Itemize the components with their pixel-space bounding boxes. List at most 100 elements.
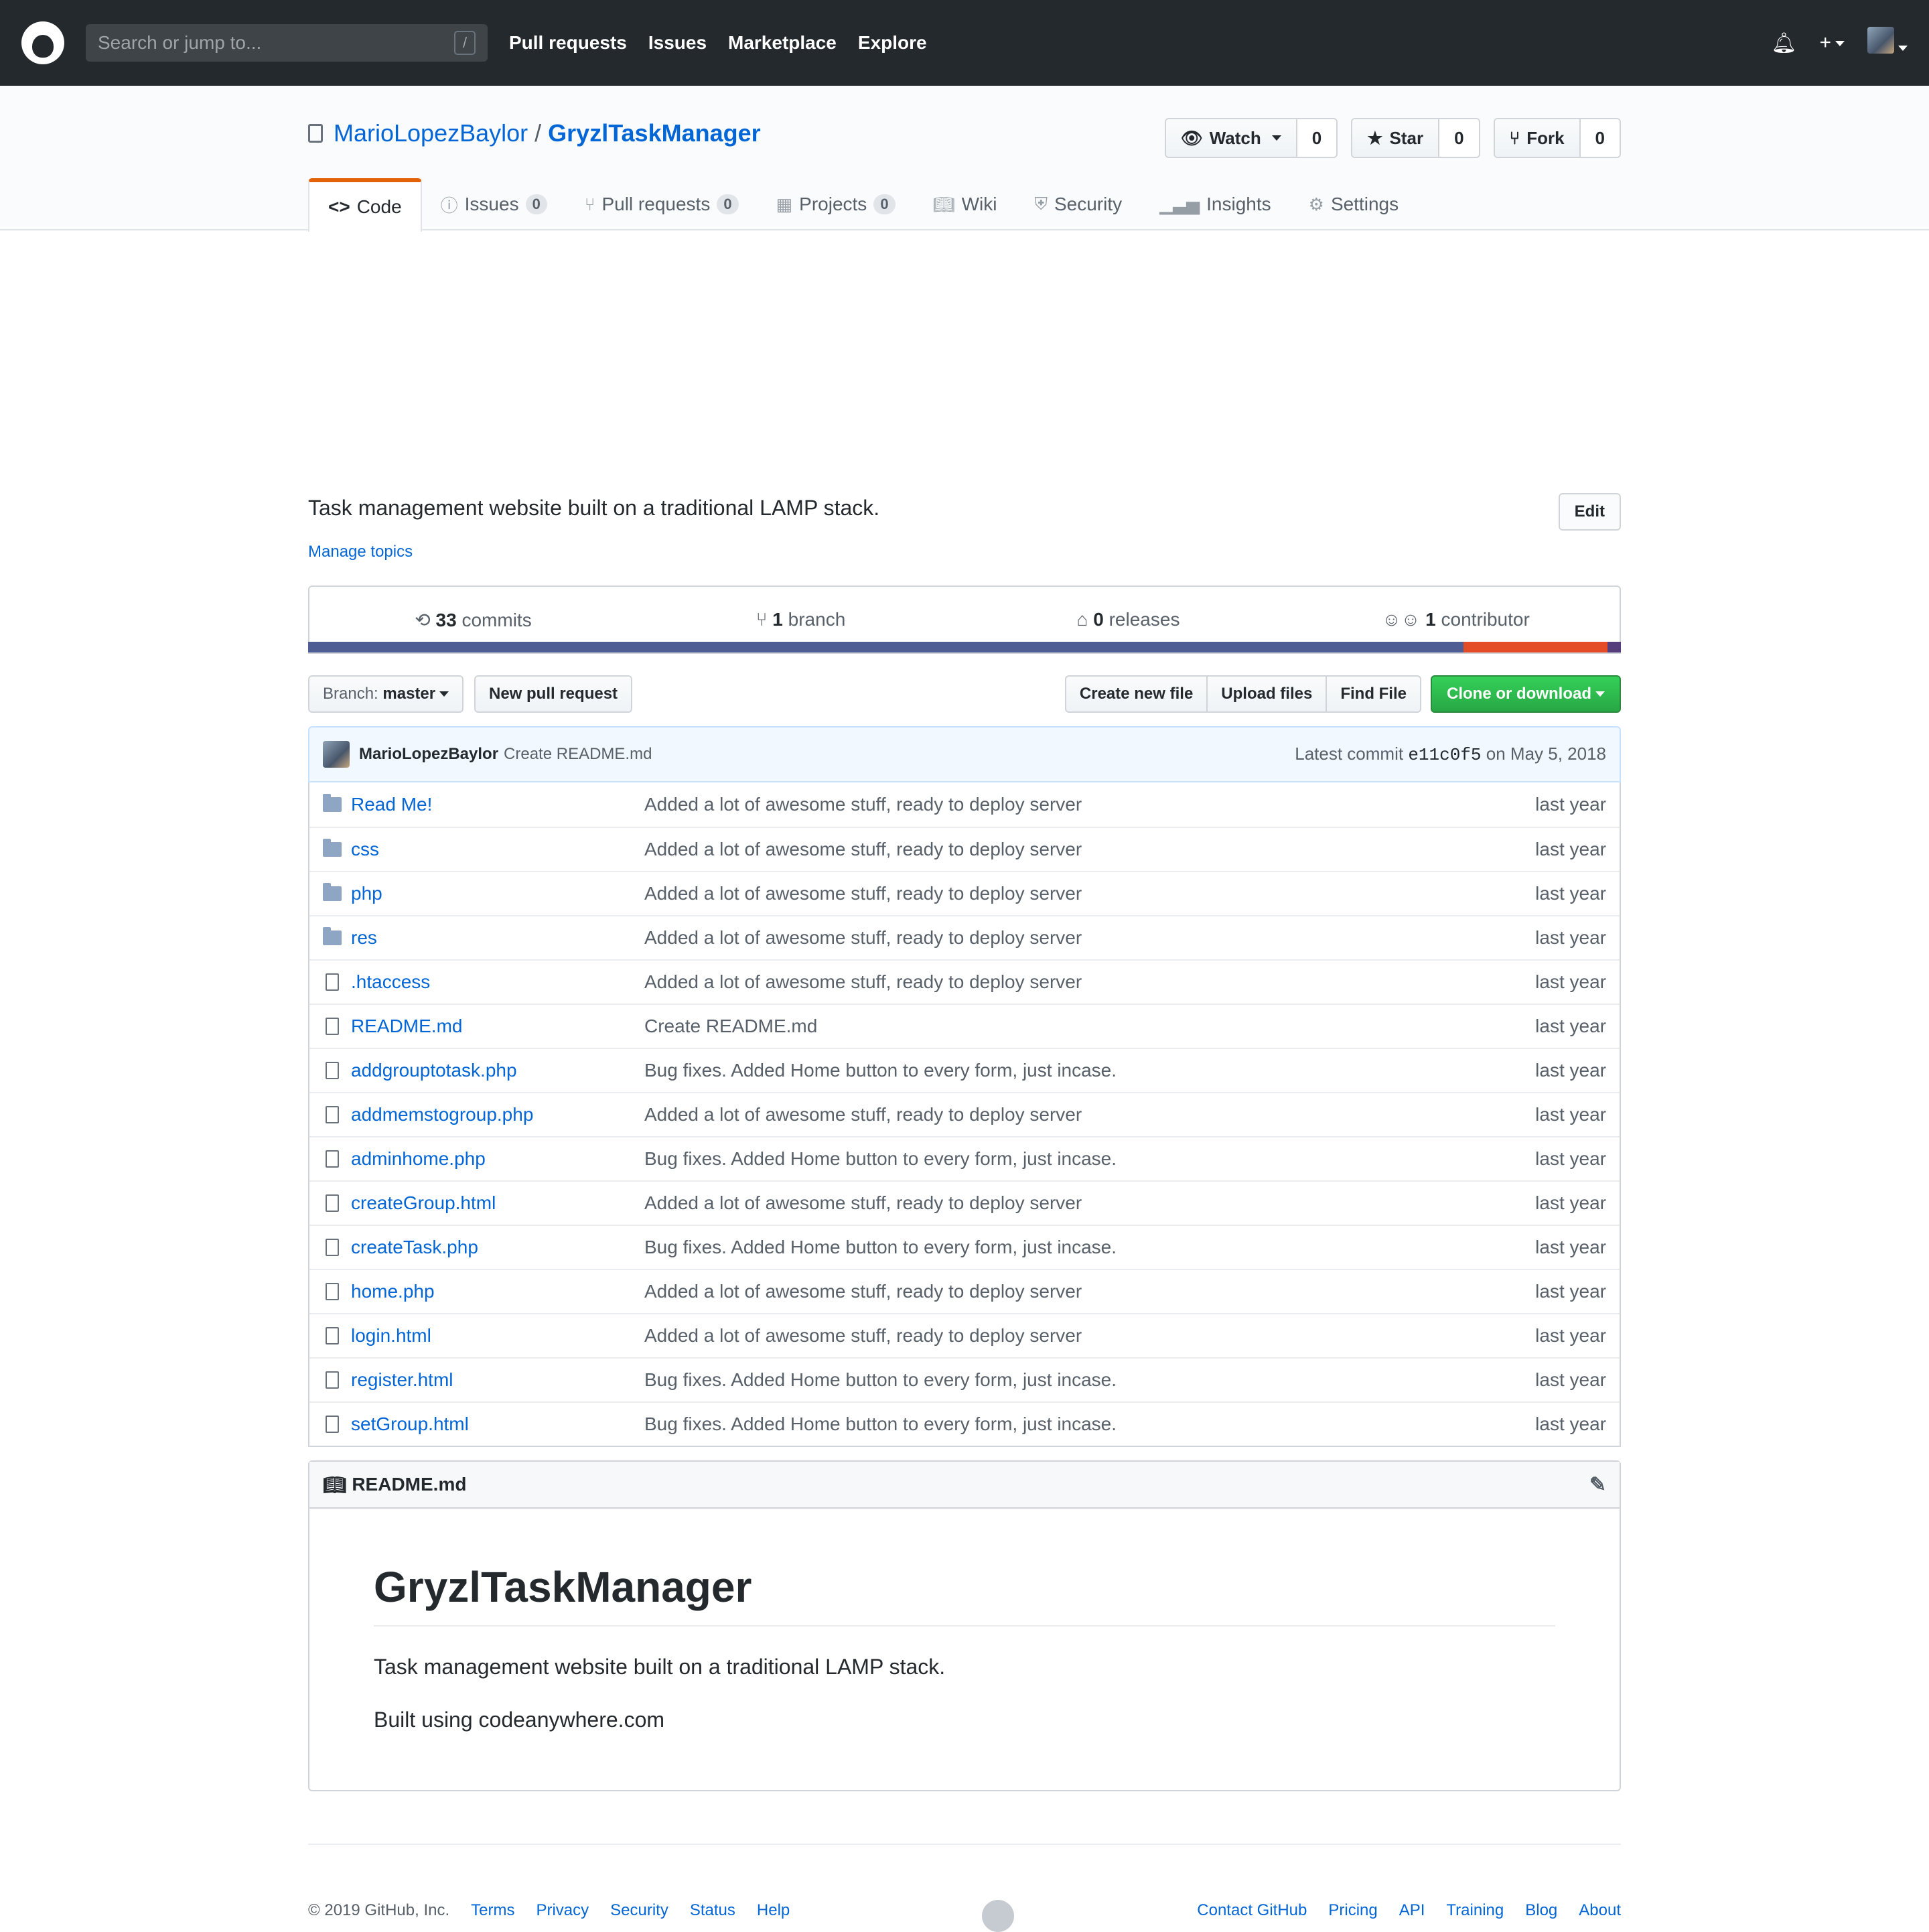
table-row: login.html Added a lot of awesome stuff, … [309,1313,1620,1357]
file-commit-message[interactable]: Create README.md [644,1016,1535,1037]
commits-link[interactable]: ⟲ 33 commits [309,609,637,631]
fork-count[interactable]: 0 [1579,119,1620,157]
footer-link-pricing[interactable]: Pricing [1328,1901,1377,1920]
tab-code[interactable]: <> Code [308,178,422,232]
file-commit-message[interactable]: Bug fixes. Added Home button to every fo… [644,1060,1535,1081]
repo-name-link[interactable]: GryzlTaskManager [548,119,760,147]
notifications-bell-icon[interactable]: 🔔︎ [1771,31,1796,55]
find-file-button[interactable]: Find File [1326,675,1421,713]
file-commit-message[interactable]: Bug fixes. Added Home button to every fo… [644,1413,1535,1435]
table-row: setGroup.html Bug fixes. Added Home butto… [309,1401,1620,1446]
contributor-label: contributor [1441,609,1530,630]
file-link[interactable]: createTask.php [351,1237,478,1258]
tab-wiki[interactable]: 📖︎ Wiki [914,178,1016,230]
file-link[interactable]: addgrouptotask.php [351,1060,517,1081]
create-new-menu[interactable]: + [1819,31,1845,54]
branch-link[interactable]: ⑂ 1 branch [637,609,964,630]
file-link[interactable]: addmemstogroup.php [351,1104,533,1125]
branch-count: 1 [772,609,783,630]
edit-description-button[interactable]: Edit [1558,493,1621,531]
tab-settings[interactable]: ⚙ Settings [1290,178,1417,230]
star-button[interactable]: ★ Star [1352,119,1439,157]
file-link[interactable]: .htaccess [351,971,430,993]
star-count[interactable]: 0 [1438,119,1479,157]
commit-author[interactable]: MarioLopezBaylor [359,745,498,764]
table-row: register.html Bug fixes. Added Home butto… [309,1357,1620,1401]
file-link[interactable]: css [351,839,379,860]
file-link[interactable]: res [351,927,377,949]
watch-count[interactable]: 0 [1295,119,1337,157]
search-input[interactable]: Search or jump to... / [86,24,488,62]
nav-issues[interactable]: Issues [648,32,707,54]
file-commit-message[interactable]: Bug fixes. Added Home button to every fo… [644,1369,1535,1391]
commit-author-avatar[interactable] [323,741,350,768]
footer-link-about[interactable]: About [1579,1901,1621,1920]
footer-link-terms[interactable]: Terms [471,1901,514,1920]
github-logo-icon[interactable] [21,21,64,64]
language-bar[interactable] [308,642,1621,652]
pencil-icon[interactable]: ✎ [1589,1473,1606,1497]
file-link[interactable]: Read Me! [351,794,432,815]
readme-body: GryzlTaskManager Task management website… [309,1562,1620,1732]
contributors-link[interactable]: ☺☺ 1 contributor [1292,609,1620,630]
footer-link-training[interactable]: Training [1446,1901,1504,1920]
nav-explore[interactable]: Explore [858,32,927,54]
file-commit-message[interactable]: Added a lot of awesome stuff, ready to d… [644,927,1535,949]
chevron-down-icon [1271,135,1281,141]
file-commit-message[interactable]: Added a lot of awesome stuff, ready to d… [644,794,1535,815]
commit-message[interactable]: Create README.md [504,745,652,764]
tab-issues[interactable]: ⓘ Issues 0 [422,178,566,230]
footer-link-api[interactable]: API [1399,1901,1425,1920]
tab-label: Settings [1330,194,1399,214]
tab-pull-requests[interactable]: ⑂ Pull requests 0 [566,178,758,230]
file-commit-message[interactable]: Bug fixes. Added Home button to every fo… [644,1237,1535,1258]
footer-link-contact[interactable]: Contact GitHub [1197,1901,1307,1920]
file-commit-message[interactable]: Bug fixes. Added Home button to every fo… [644,1148,1535,1170]
language-segment [1463,642,1608,652]
file-link[interactable]: home.php [351,1281,435,1302]
file-link[interactable]: php [351,883,382,904]
tab-projects[interactable]: ▦ Projects 0 [758,178,914,230]
watch-button[interactable]: 👁︎ Watch [1165,119,1296,157]
file-commit-message[interactable]: Added a lot of awesome stuff, ready to d… [644,1325,1535,1347]
commit-sha-link[interactable]: e11c0f5 [1408,745,1481,765]
footer-link-blog[interactable]: Blog [1525,1901,1557,1920]
new-pull-request-button[interactable]: New pull request [474,675,633,713]
tab-insights[interactable]: ▁▃▅ Insights [1141,178,1290,230]
file-link[interactable]: setGroup.html [351,1413,469,1435]
file-age: last year [1535,1016,1606,1036]
file-icon [326,1018,339,1035]
footer-link-status[interactable]: Status [690,1901,735,1920]
releases-link[interactable]: ⌂ 0 releases [964,609,1292,630]
user-menu[interactable] [1867,27,1908,59]
manage-topics-link[interactable]: Manage topics [308,543,413,561]
file-commit-message[interactable]: Added a lot of awesome stuff, ready to d… [644,883,1535,904]
readme-paragraph: Task management website built on a tradi… [374,1655,946,1679]
tab-security[interactable]: ⛨ Security [1015,178,1141,230]
nav-pull-requests[interactable]: Pull requests [509,32,627,54]
clone-or-download-button[interactable]: Clone or download [1431,675,1621,713]
file-commit-message[interactable]: Added a lot of awesome stuff, ready to d… [644,1281,1535,1302]
footer-link-privacy[interactable]: Privacy [536,1901,589,1920]
repo-icon [308,124,323,143]
file-commit-message[interactable]: Added a lot of awesome stuff, ready to d… [644,971,1535,993]
file-commit-message[interactable]: Added a lot of awesome stuff, ready to d… [644,1104,1535,1125]
file-link[interactable]: createGroup.html [351,1192,496,1214]
chevron-down-icon [1898,46,1908,52]
create-new-file-button[interactable]: Create new file [1064,675,1208,713]
footer-link-security[interactable]: Security [610,1901,668,1920]
footer-link-help[interactable]: Help [757,1901,790,1920]
file-commit-message[interactable]: Added a lot of awesome stuff, ready to d… [644,1192,1535,1214]
chevron-down-icon [1595,691,1605,697]
github-mark-icon[interactable] [982,1900,1014,1932]
file-link[interactable]: login.html [351,1325,431,1347]
nav-marketplace[interactable]: Marketplace [728,32,837,54]
file-commit-message[interactable]: Added a lot of awesome stuff, ready to d… [644,839,1535,860]
file-link[interactable]: adminhome.php [351,1148,486,1170]
file-link[interactable]: README.md [351,1016,462,1037]
upload-files-button[interactable]: Upload files [1206,675,1328,713]
file-link[interactable]: register.html [351,1369,453,1391]
branch-select-button[interactable]: Branch: master [308,675,464,713]
repo-owner-link[interactable]: MarioLopezBaylor [334,119,528,147]
fork-button[interactable]: ⑂ Fork [1494,119,1579,157]
